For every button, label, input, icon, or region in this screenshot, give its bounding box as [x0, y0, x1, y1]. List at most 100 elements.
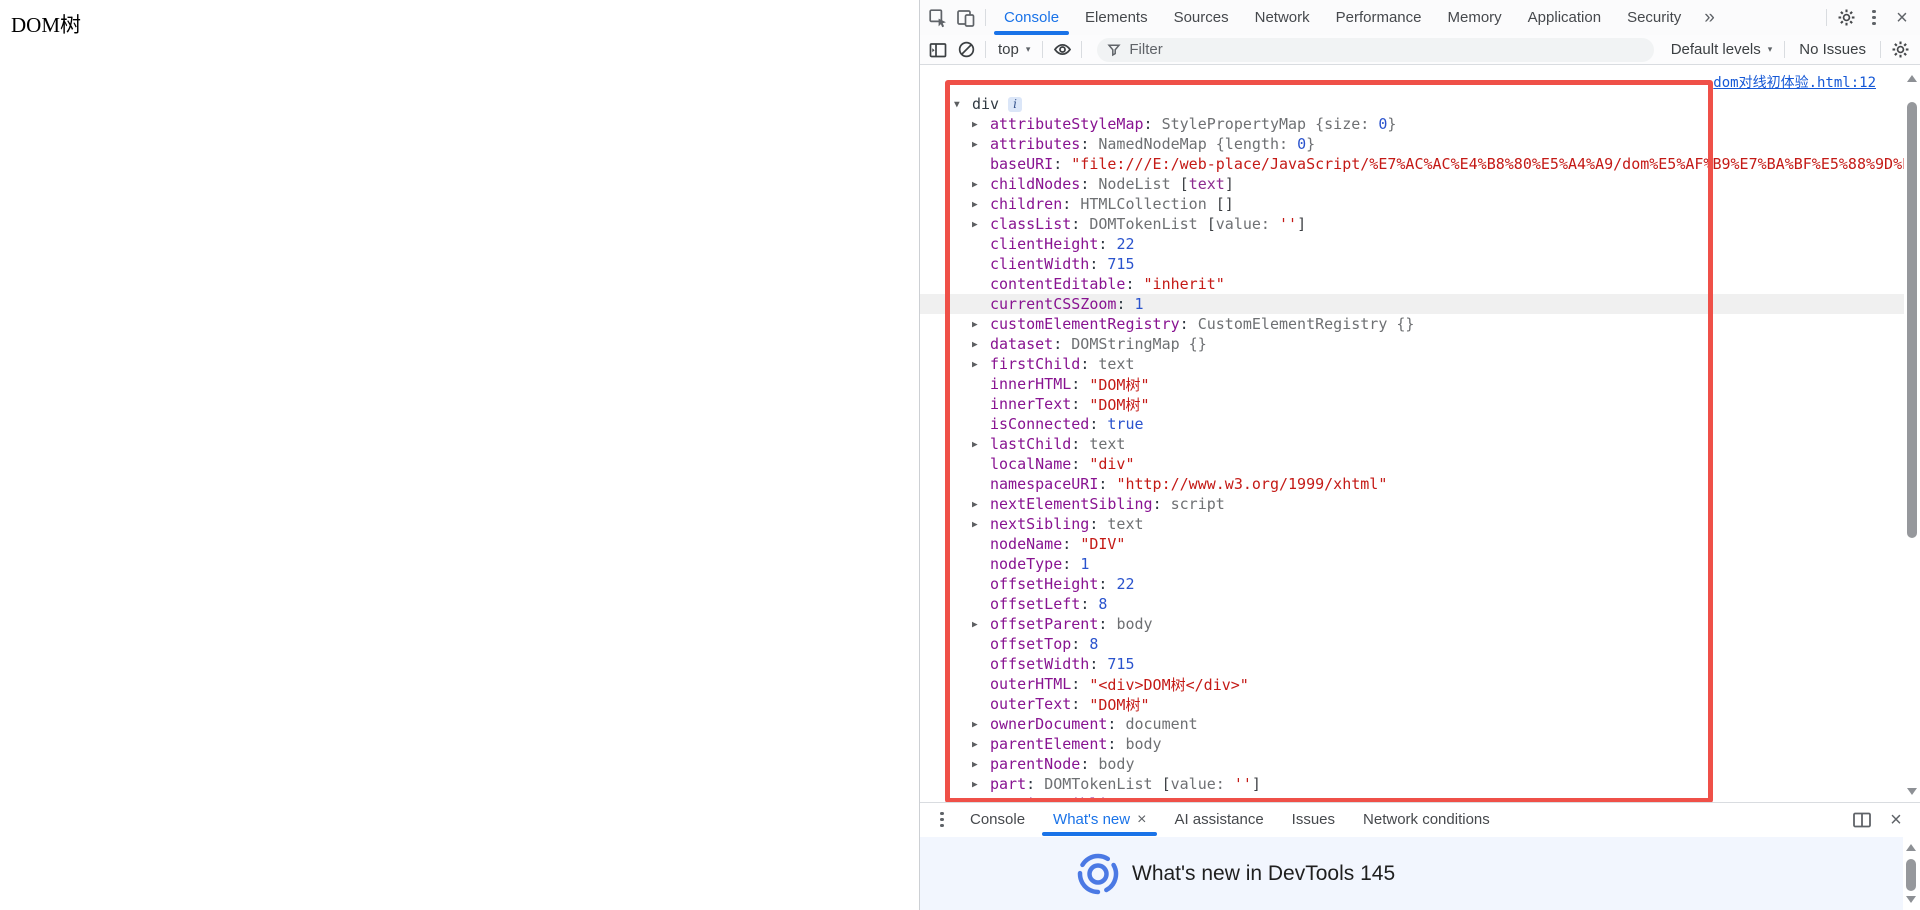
property-value-part: "<div>DOM树</div>"	[1089, 674, 1249, 695]
execution-context-selector[interactable]: top ▾	[991, 41, 1037, 58]
expand-arrow-icon[interactable]: ▶	[972, 499, 990, 510]
console-toolbar: top ▾ Default levels ▾ N	[920, 35, 1920, 65]
console-settings-button[interactable]	[1886, 37, 1914, 63]
drawer-tab-ai-assistance[interactable]: AI assistance	[1160, 803, 1277, 836]
close-icon: ×	[1890, 810, 1902, 830]
property-row-offsetWidth: offsetWidth: 715	[920, 654, 1904, 674]
devtools-panel: ConsoleElementsSourcesNetworkPerformance…	[919, 0, 1920, 910]
close-drawer-button[interactable]: ×	[1882, 807, 1910, 833]
property-name: attributes	[990, 135, 1080, 153]
drawer-tab-label: What's new	[1053, 811, 1130, 828]
expand-arrow-icon[interactable]: ▶	[972, 339, 990, 350]
drawer-tab-network-conditions[interactable]: Network conditions	[1349, 803, 1504, 836]
expand-arrow-icon[interactable]: ▶	[972, 359, 990, 370]
console-sidebar-toggle-button[interactable]	[924, 37, 952, 63]
property-row-ownerDocument[interactable]: ▶ownerDocument: document	[920, 714, 1904, 734]
property-row-previousSibling[interactable]: ▶previousSibling: text	[920, 794, 1904, 802]
scrollbar-up-arrow-icon[interactable]	[1907, 75, 1917, 82]
property-row-lastChild[interactable]: ▶lastChild: text	[920, 434, 1904, 454]
kebab-menu-icon	[940, 812, 943, 827]
console-output-area: dom对线初体验.html:12 ▼ div i ▶attributeStyle…	[920, 66, 1920, 802]
close-devtools-button[interactable]: ×	[1888, 5, 1916, 31]
expand-arrow-icon[interactable]: ▶	[972, 519, 990, 530]
drawer-scrollbar[interactable]	[1903, 837, 1920, 910]
expand-arrow-icon[interactable]: ▶	[972, 719, 990, 730]
drawer-more-tools-button[interactable]	[928, 807, 956, 833]
property-row-part[interactable]: ▶part: DOMTokenList [value: '']	[920, 774, 1904, 794]
property-row-attributeStyleMap[interactable]: ▶attributeStyleMap: StylePropertyMap {si…	[920, 114, 1904, 134]
tab-network[interactable]: Network	[1242, 0, 1323, 35]
property-value-part: text	[1189, 175, 1225, 193]
expand-arrow-icon[interactable]: ▶	[972, 199, 990, 210]
tab-elements[interactable]: Elements	[1072, 0, 1161, 35]
property-row-childNodes[interactable]: ▶childNodes: NodeList [text]	[920, 174, 1904, 194]
clear-console-button[interactable]	[952, 37, 980, 63]
filter-input[interactable]	[1129, 41, 1643, 58]
object-root-row[interactable]: ▼ div i	[920, 94, 1904, 114]
tab-application[interactable]: Application	[1515, 0, 1614, 35]
property-row-attributes[interactable]: ▶attributes: NamedNodeMap {length: 0}	[920, 134, 1904, 154]
device-toolbar-button[interactable]	[952, 5, 980, 31]
inspect-element-button[interactable]	[924, 5, 952, 31]
collapse-arrow-icon[interactable]: ▼	[954, 99, 972, 110]
property-value-part: 8	[1089, 635, 1098, 653]
scrollbar-down-arrow-icon[interactable]	[1906, 896, 1916, 903]
expand-arrow-icon[interactable]: ▶	[972, 179, 990, 190]
property-row-dataset[interactable]: ▶dataset: DOMStringMap {}	[920, 334, 1904, 354]
levels-label: Default levels	[1671, 41, 1761, 58]
scrollbar-up-arrow-icon[interactable]	[1906, 844, 1916, 851]
property-row-parentNode[interactable]: ▶parentNode: body	[920, 754, 1904, 774]
issues-counter[interactable]: No Issues	[1790, 41, 1875, 58]
expand-arrow-icon[interactable]: ▶	[972, 619, 990, 630]
property-row-customElementRegistry[interactable]: ▶customElementRegistry: CustomElementReg…	[920, 314, 1904, 334]
property-name: innerHTML	[990, 375, 1071, 393]
device-toolbar-icon	[956, 8, 976, 28]
property-name: offsetTop	[990, 635, 1071, 653]
property-row-firstChild[interactable]: ▶firstChild: text	[920, 354, 1904, 374]
property-name: isConnected	[990, 415, 1089, 433]
expand-arrow-icon[interactable]: ▶	[972, 439, 990, 450]
expand-arrow-icon[interactable]: ▶	[972, 219, 990, 230]
tab-performance[interactable]: Performance	[1323, 0, 1435, 35]
console-filter-field[interactable]	[1097, 38, 1653, 62]
drawer-tab-console[interactable]: Console	[956, 803, 1039, 836]
settings-button[interactable]	[1832, 5, 1860, 31]
more-options-button[interactable]	[1860, 5, 1888, 31]
scrollbar-thumb[interactable]	[1906, 859, 1916, 891]
tab-memory[interactable]: Memory	[1435, 0, 1515, 35]
property-name: baseURI	[990, 155, 1053, 173]
property-row-classList[interactable]: ▶classList: DOMTokenList [value: '']	[920, 214, 1904, 234]
property-row-offsetParent[interactable]: ▶offsetParent: body	[920, 614, 1904, 634]
property-name: offsetParent	[990, 615, 1098, 633]
close-tab-icon[interactable]: ×	[1137, 811, 1146, 829]
live-expression-button[interactable]	[1048, 37, 1076, 63]
expand-arrow-icon[interactable]: ▶	[972, 739, 990, 750]
expand-arrow-icon[interactable]: ▶	[972, 759, 990, 770]
tab-sources[interactable]: Sources	[1161, 0, 1242, 35]
property-row-nextElementSibling[interactable]: ▶nextElementSibling: script	[920, 494, 1904, 514]
drawer-tab-label: Issues	[1292, 811, 1335, 828]
source-file-link[interactable]: dom对线初体验.html:12	[1713, 72, 1876, 92]
more-tabs-button[interactable]: »	[1694, 7, 1725, 29]
property-row-children[interactable]: ▶children: HTMLCollection []	[920, 194, 1904, 214]
drawer-tab-issues[interactable]: Issues	[1278, 803, 1349, 836]
tab-security[interactable]: Security	[1614, 0, 1694, 35]
property-row-parentElement[interactable]: ▶parentElement: body	[920, 734, 1904, 754]
scrollbar-down-arrow-icon[interactable]	[1907, 788, 1917, 795]
expand-arrow-icon[interactable]: ▶	[972, 779, 990, 790]
toggle-drawer-orientation-button[interactable]	[1848, 807, 1876, 833]
property-row-outerHTML: outerHTML: "<div>DOM树</div>"	[920, 674, 1904, 694]
drawer-tab-what-s-new[interactable]: What's new ×	[1039, 803, 1160, 836]
expand-arrow-icon[interactable]: ▶	[972, 139, 990, 150]
info-badge[interactable]: i	[1008, 97, 1022, 112]
tab-console[interactable]: Console	[991, 0, 1072, 35]
log-levels-dropdown[interactable]: Default levels ▾	[1664, 41, 1780, 58]
scrollbar-thumb[interactable]	[1907, 102, 1917, 538]
property-value-part: 22	[1116, 235, 1134, 253]
console-scrollbar[interactable]	[1904, 66, 1920, 802]
property-row-nextSibling[interactable]: ▶nextSibling: text	[920, 514, 1904, 534]
property-colon: :	[1144, 115, 1162, 133]
expand-arrow-icon[interactable]: ▶	[972, 119, 990, 130]
expand-arrow-icon[interactable]: ▶	[972, 799, 990, 803]
expand-arrow-icon[interactable]: ▶	[972, 319, 990, 330]
